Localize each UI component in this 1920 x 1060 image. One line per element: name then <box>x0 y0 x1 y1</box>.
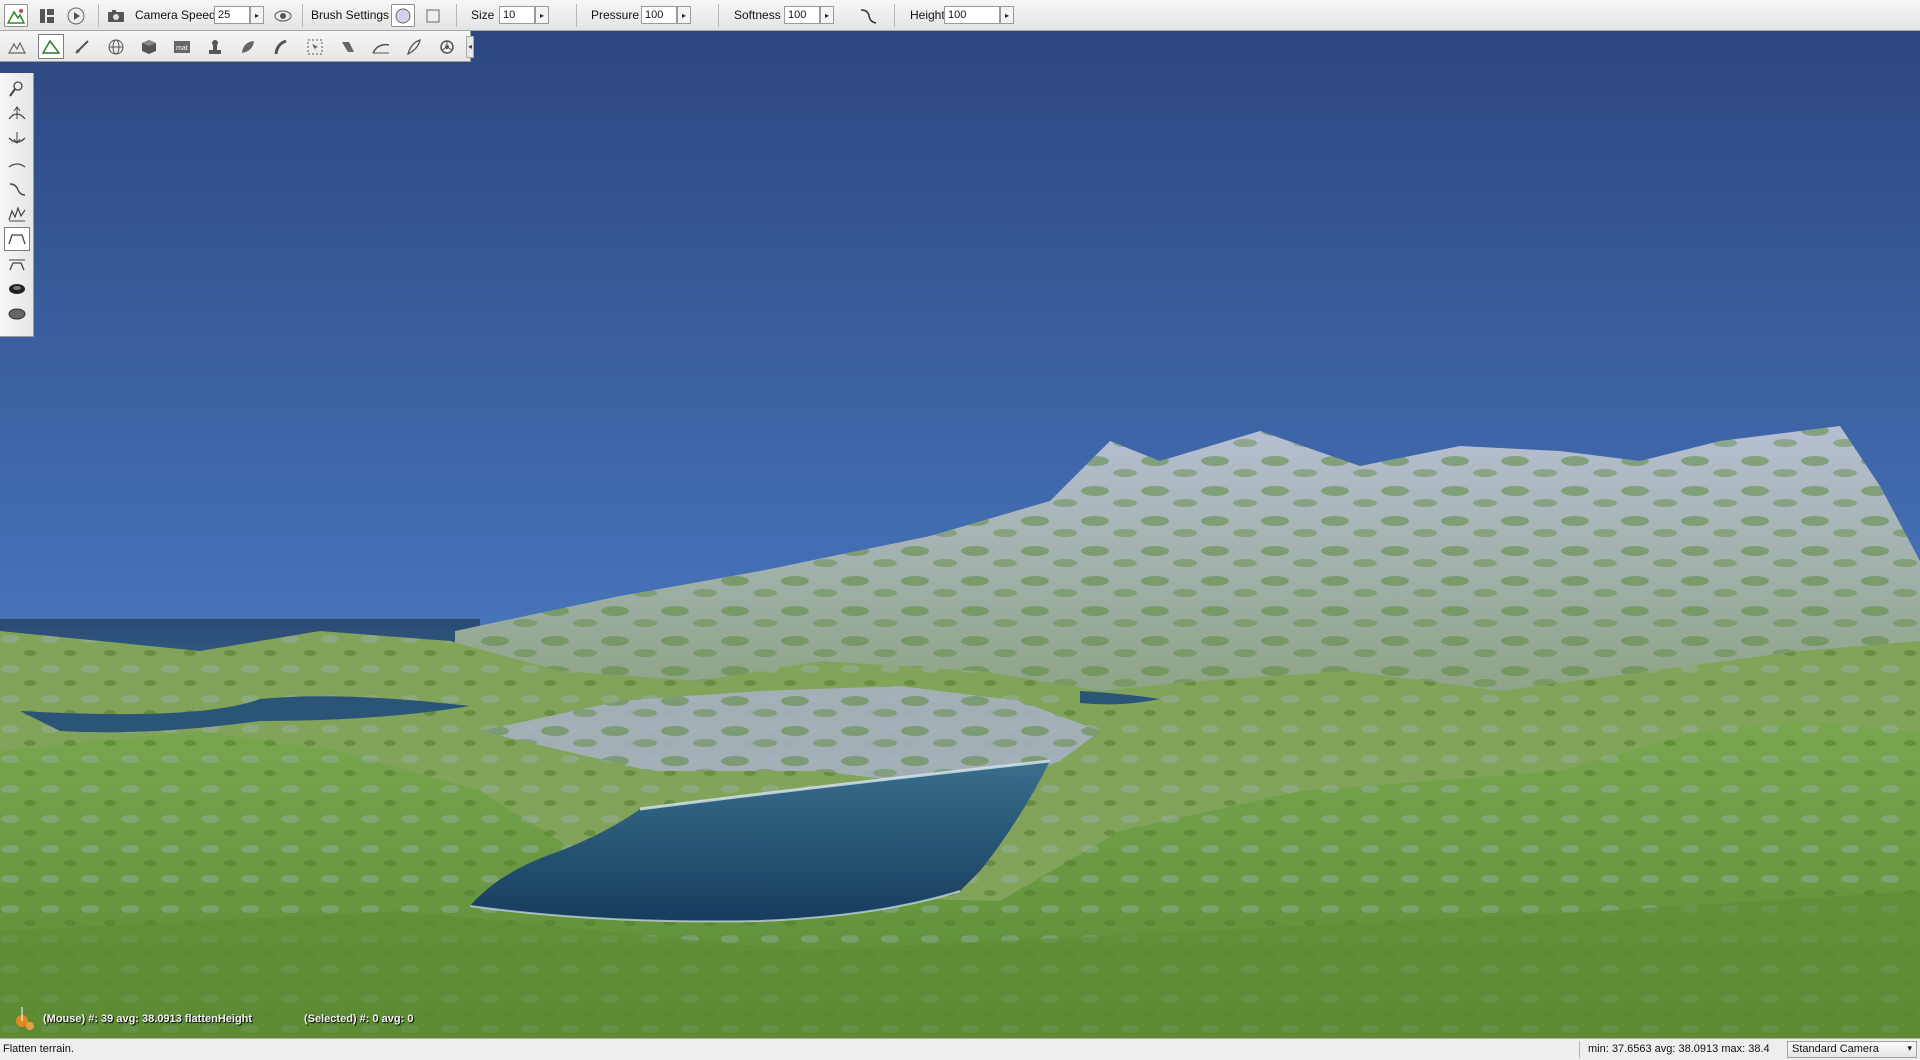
river-icon[interactable] <box>335 34 361 59</box>
terrain-viewport[interactable] <box>0 31 1920 1038</box>
eye-icon[interactable] <box>271 4 295 27</box>
cube-icon[interactable] <box>136 34 162 59</box>
camera-speed-arrow[interactable]: ▸ <box>250 6 264 24</box>
chevron-down-icon: ▾ <box>1907 1043 1912 1053</box>
pressure-arrow[interactable]: ▸ <box>677 6 691 24</box>
camera-select[interactable]: Standard Camera ▾ <box>1787 1041 1917 1058</box>
road-icon[interactable] <box>268 34 294 59</box>
svg-text:mat: mat <box>176 45 188 52</box>
lift-tool-icon[interactable] <box>4 102 30 126</box>
pressure-input[interactable]: 100 <box>641 6 677 24</box>
layout-icon[interactable] <box>35 4 59 27</box>
slope-tool-icon[interactable] <box>4 177 30 201</box>
camera-speed-input[interactable]: 25 <box>214 6 250 24</box>
camera-speed-label: Camera Speed <box>135 8 216 22</box>
height-stats: min: 37.6563 avg: 38.0913 max: 38.4 <box>1588 1043 1770 1055</box>
feather-icon[interactable] <box>401 34 427 59</box>
globe-icon[interactable] <box>103 34 129 59</box>
play-icon[interactable] <box>64 4 88 27</box>
toolrow-collapse-button[interactable]: ◂ <box>466 36 474 58</box>
status-message: Flatten terrain. <box>3 1043 74 1055</box>
flatten-tool-icon[interactable] <box>4 227 30 251</box>
plateau-tool-icon[interactable] <box>4 252 30 276</box>
status-bar: Flatten terrain. min: 37.6563 avg: 38.09… <box>0 1038 1920 1060</box>
circle-brush-icon[interactable] <box>391 4 415 27</box>
softness-arrow[interactable]: ▸ <box>820 6 834 24</box>
raise-tool-icon[interactable] <box>4 77 30 101</box>
brush-settings-label: Brush Settings <box>311 8 390 22</box>
terrain-scene[interactable] <box>0 31 1920 1038</box>
lower-tool-icon[interactable] <box>4 127 30 151</box>
size-label: Size <box>471 8 495 22</box>
settings-wheel-icon[interactable] <box>434 34 460 59</box>
brush-tool-palette <box>0 73 34 337</box>
main-toolbar: Camera Speed 25 ▸ Brush Settings Size 10… <box>0 0 1920 31</box>
softness-input[interactable]: 100 <box>784 6 820 24</box>
square-brush-icon[interactable] <box>421 4 445 27</box>
leaf-icon[interactable] <box>235 34 261 59</box>
softness-label: Softness <box>734 8 781 22</box>
erosion-icon[interactable] <box>368 34 394 59</box>
fill-tool-icon[interactable] <box>4 302 30 326</box>
softness-curve-icon[interactable] <box>856 4 880 27</box>
terrain-sculpt-icon[interactable] <box>38 34 64 59</box>
mouse-info: (Mouse) #: 39 avg: 38.0913 flattenHeight <box>43 1013 253 1025</box>
camera-select-value: Standard Camera <box>1792 1043 1879 1055</box>
terrain-paint-icon[interactable] <box>4 34 30 59</box>
material-icon[interactable]: mat <box>169 34 195 59</box>
size-arrow[interactable]: ▸ <box>535 6 549 24</box>
height-input[interactable]: 100 <box>944 6 1000 24</box>
terrain-editor-icon[interactable] <box>4 4 28 27</box>
terrain-tool-row: mat <box>0 31 471 62</box>
selection-icon[interactable] <box>302 34 328 59</box>
size-input[interactable]: 10 <box>499 6 535 24</box>
stamp-icon[interactable] <box>202 34 228 59</box>
hole-tool-icon[interactable] <box>4 277 30 301</box>
pressure-label: Pressure <box>591 8 640 22</box>
height-label: Height <box>910 8 945 22</box>
noise-tool-icon[interactable] <box>4 202 30 226</box>
camera-icon[interactable] <box>104 4 128 27</box>
brush-icon[interactable] <box>70 34 96 59</box>
height-arrow[interactable]: ▸ <box>1000 6 1014 24</box>
smooth-tool-icon[interactable] <box>4 152 30 176</box>
selected-info: (Selected) #: 0 avg: 0 <box>304 1013 414 1025</box>
